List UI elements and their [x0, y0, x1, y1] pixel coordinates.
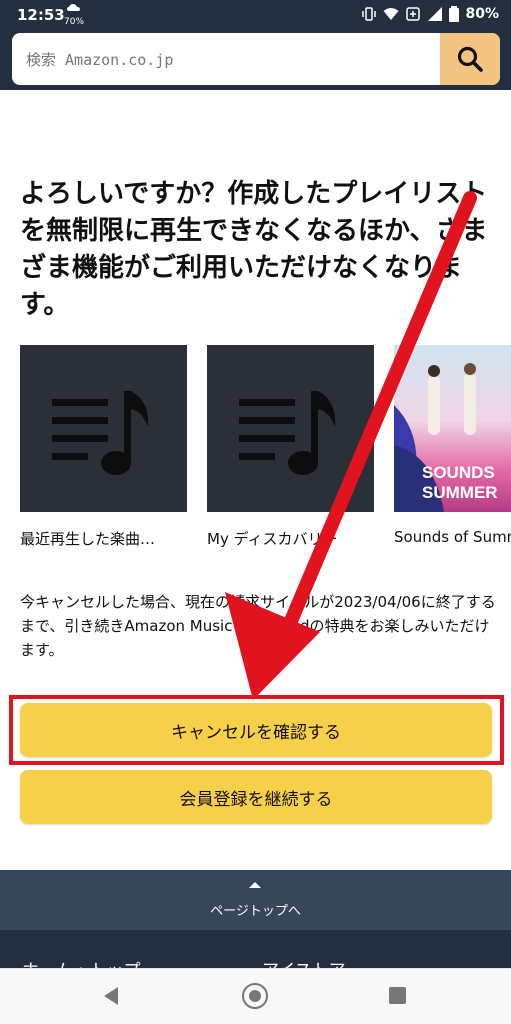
playlist-card[interactable]: SOUNDS SUMMER Sounds of Summer — [394, 345, 511, 546]
page-top-label: ページトップへ — [210, 904, 301, 919]
search-placeholder: 検索 Amazon.co.jp — [26, 51, 174, 69]
vibrate-icon — [362, 7, 377, 21]
page-title: よろしいですか？作成したプレイリストを無制限に再生できなくなるほか、さまざま機能… — [20, 179, 488, 320]
cancellation-notice: 今キャンセルした場合、現在の請求サイクルが2023/04/06に終了するまで、引… — [20, 593, 496, 659]
playlist-card[interactable]: My ディスカバリー — [207, 345, 374, 549]
back-icon[interactable] — [104, 987, 118, 1005]
page-top-link[interactable]: ページトップへ — [0, 870, 511, 930]
signal-icon — [428, 7, 443, 21]
wifi-icon — [383, 8, 399, 20]
system-nav-bar — [0, 968, 511, 1024]
search-icon — [457, 46, 483, 72]
status-time: 12:53 — [17, 6, 65, 24]
music-note-icon — [207, 345, 374, 512]
notification-percent: 70% — [64, 17, 85, 27]
playlist-card[interactable]: 最近再生した楽曲… — [20, 345, 187, 549]
home-icon[interactable] — [242, 983, 268, 1009]
album-text: SUMMER — [422, 483, 498, 502]
playlist-carousel: 最近再生した楽曲… My ディスカバリー SOUNDS SUMMER Sound… — [20, 345, 511, 555]
playlist-title: My ディスカバリー — [207, 530, 338, 548]
chevron-up-icon — [249, 882, 261, 888]
search-button[interactable] — [440, 33, 500, 85]
playlist-title: 最近再生した楽曲… — [20, 530, 156, 548]
search-header: 検索 Amazon.co.jp — [0, 30, 511, 90]
continue-membership-button[interactable]: 会員登録を継続する — [20, 770, 492, 824]
playlist-title: Sounds of Summer — [394, 528, 511, 546]
annotation-highlight-box — [9, 695, 504, 765]
recents-icon[interactable] — [389, 987, 406, 1004]
search-input[interactable]: 検索 Amazon.co.jp — [12, 33, 500, 85]
weather-icon: 70% — [64, 3, 84, 28]
album-text: SOUNDS — [422, 463, 495, 482]
footer: ホーム・トップ アイストア — [0, 930, 511, 970]
battery-percent: 80% — [465, 6, 499, 22]
album-art: SOUNDS SUMMER — [394, 345, 511, 512]
music-note-icon — [20, 345, 187, 512]
battery-icon — [449, 6, 460, 22]
battery-saver-icon — [406, 7, 421, 21]
status-bar: 12:53 70% 80% — [0, 0, 511, 30]
status-icons: 80% — [361, 6, 499, 22]
